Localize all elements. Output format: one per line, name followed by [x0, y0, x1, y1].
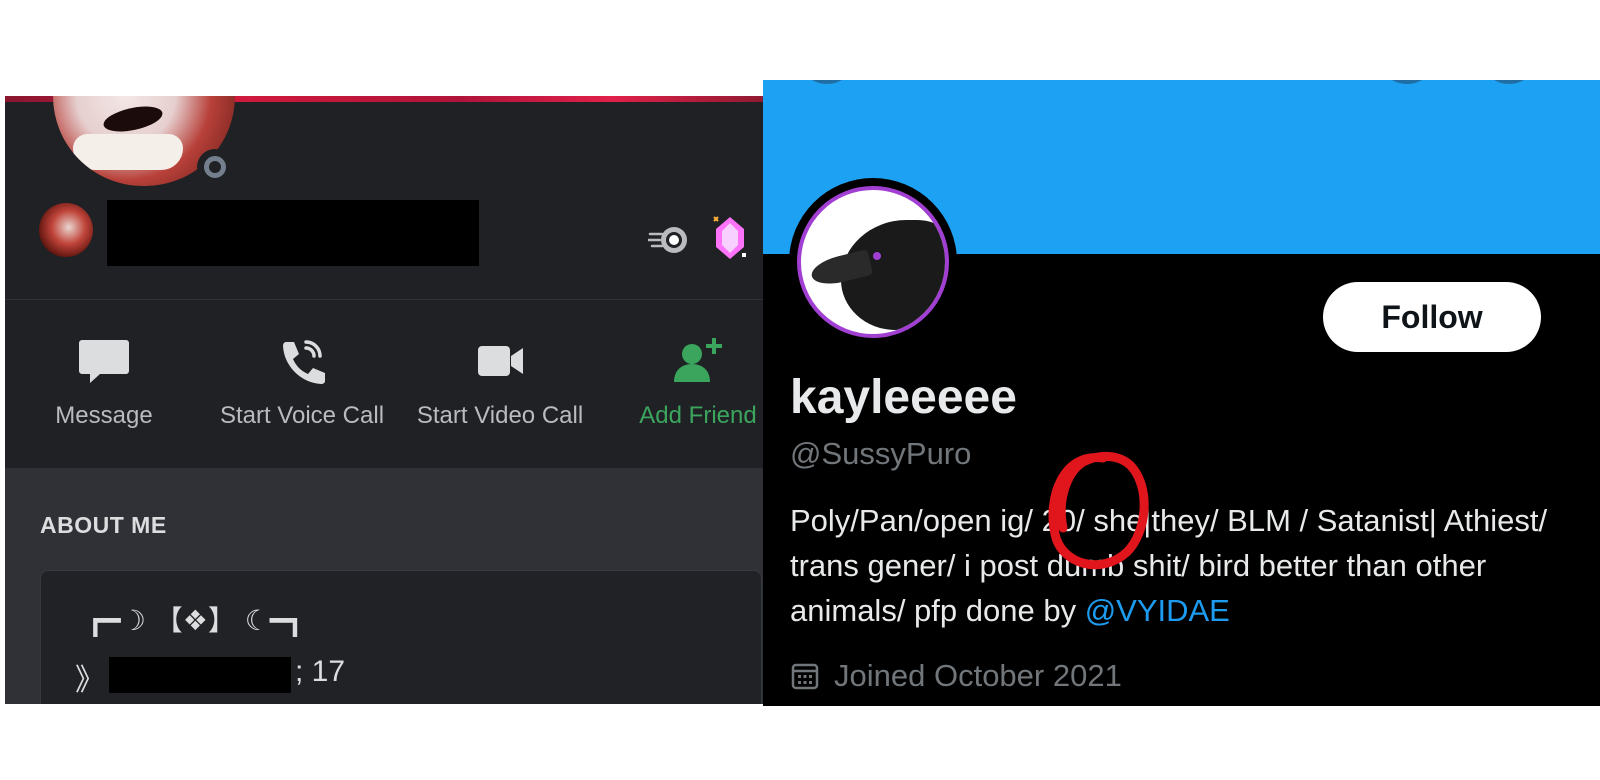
video-camera-icon: [478, 346, 523, 376]
about-me-box: ┏━☽ 【❖】 ☾━┓ 》 ; 17: [40, 570, 762, 704]
message-icon: [79, 340, 129, 383]
server-boost-badge-icon[interactable]: [712, 215, 748, 261]
about-me-prefix: 》: [75, 663, 105, 698]
add-friend-button[interactable]: Add Friend: [603, 336, 763, 430]
twitter-profile-panel: Follow kayleeeee @SussyPuro Poly/Pan/ope…: [763, 80, 1600, 706]
user-handle: @SussyPuro: [790, 436, 972, 471]
more-button[interactable]: [1487, 80, 1531, 84]
start-voice-call-button[interactable]: Start Voice Call: [207, 336, 397, 430]
join-date: Joined October 2021: [790, 658, 1122, 694]
start-voice-call-label: Start Voice Call: [219, 402, 385, 429]
add-friend-icon: [674, 338, 722, 382]
add-friend-label: Add Friend: [639, 402, 757, 429]
about-me-decoration: ┏━☽ 【❖】 ☾━┓: [87, 604, 304, 637]
divider: [5, 299, 763, 300]
display-name: kayleeeee: [790, 371, 1017, 424]
status-offline-icon: [197, 149, 233, 185]
about-me-age: ; 17: [295, 655, 346, 688]
join-date-label: Joined October 2021: [834, 658, 1122, 693]
message-label: Message: [55, 402, 153, 429]
redacted-name: [109, 657, 291, 693]
profile-bio: Poly/Pan/open ig/ 20/ she|they/ BLM / Sa…: [790, 498, 1570, 633]
discord-profile-panel: Message Start Voice Call Start Video Cal…: [5, 96, 763, 704]
profile-avatar[interactable]: [789, 178, 957, 346]
nitro-badge-icon[interactable]: [648, 224, 690, 256]
bio-mention-link[interactable]: @VYIDAE: [1085, 593, 1230, 628]
start-video-call-button[interactable]: Start Video Call: [405, 336, 595, 430]
search-button[interactable]: [1385, 80, 1429, 84]
about-me-heading: ABOUT ME: [40, 512, 167, 538]
calendar-icon: [791, 663, 819, 690]
start-video-call-label: Start Video Call: [416, 402, 584, 429]
follow-button[interactable]: Follow: [1323, 282, 1541, 352]
redacted-username: [107, 200, 479, 266]
server-avatar[interactable]: [39, 203, 93, 257]
message-button[interactable]: Message: [9, 336, 199, 430]
about-me-section: ABOUT ME ┏━☽ 【❖】 ☾━┓ 》 ; 17: [5, 468, 763, 704]
back-button[interactable]: [805, 80, 849, 84]
phone-icon: [283, 340, 325, 384]
